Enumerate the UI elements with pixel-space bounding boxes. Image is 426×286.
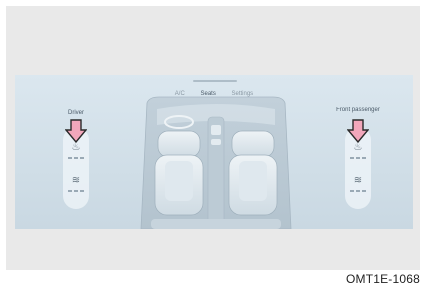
driver-label: Driver	[68, 110, 84, 116]
driver-heat-level	[68, 157, 86, 159]
driver-vent-level	[68, 190, 86, 192]
arrow-down-icon	[65, 119, 87, 143]
car-interior-illustration	[140, 96, 292, 229]
passenger-vent-level	[350, 190, 368, 192]
drag-handle[interactable]	[193, 80, 237, 82]
seat-ventilation-icon[interactable]: ≋	[69, 174, 83, 188]
seat-heat-icon[interactable]: ♨	[69, 141, 83, 155]
seat-ventilation-icon[interactable]: ≋	[351, 174, 365, 188]
figure-caption: OMT1E-1068	[345, 272, 420, 286]
seat-heat-icon[interactable]: ♨	[351, 141, 365, 155]
arrow-down-icon	[347, 119, 369, 143]
climate-screen: A/C Seats Settings Driver ♨ ≋ Front pass…	[15, 75, 413, 229]
passenger-heat-level	[350, 157, 368, 159]
